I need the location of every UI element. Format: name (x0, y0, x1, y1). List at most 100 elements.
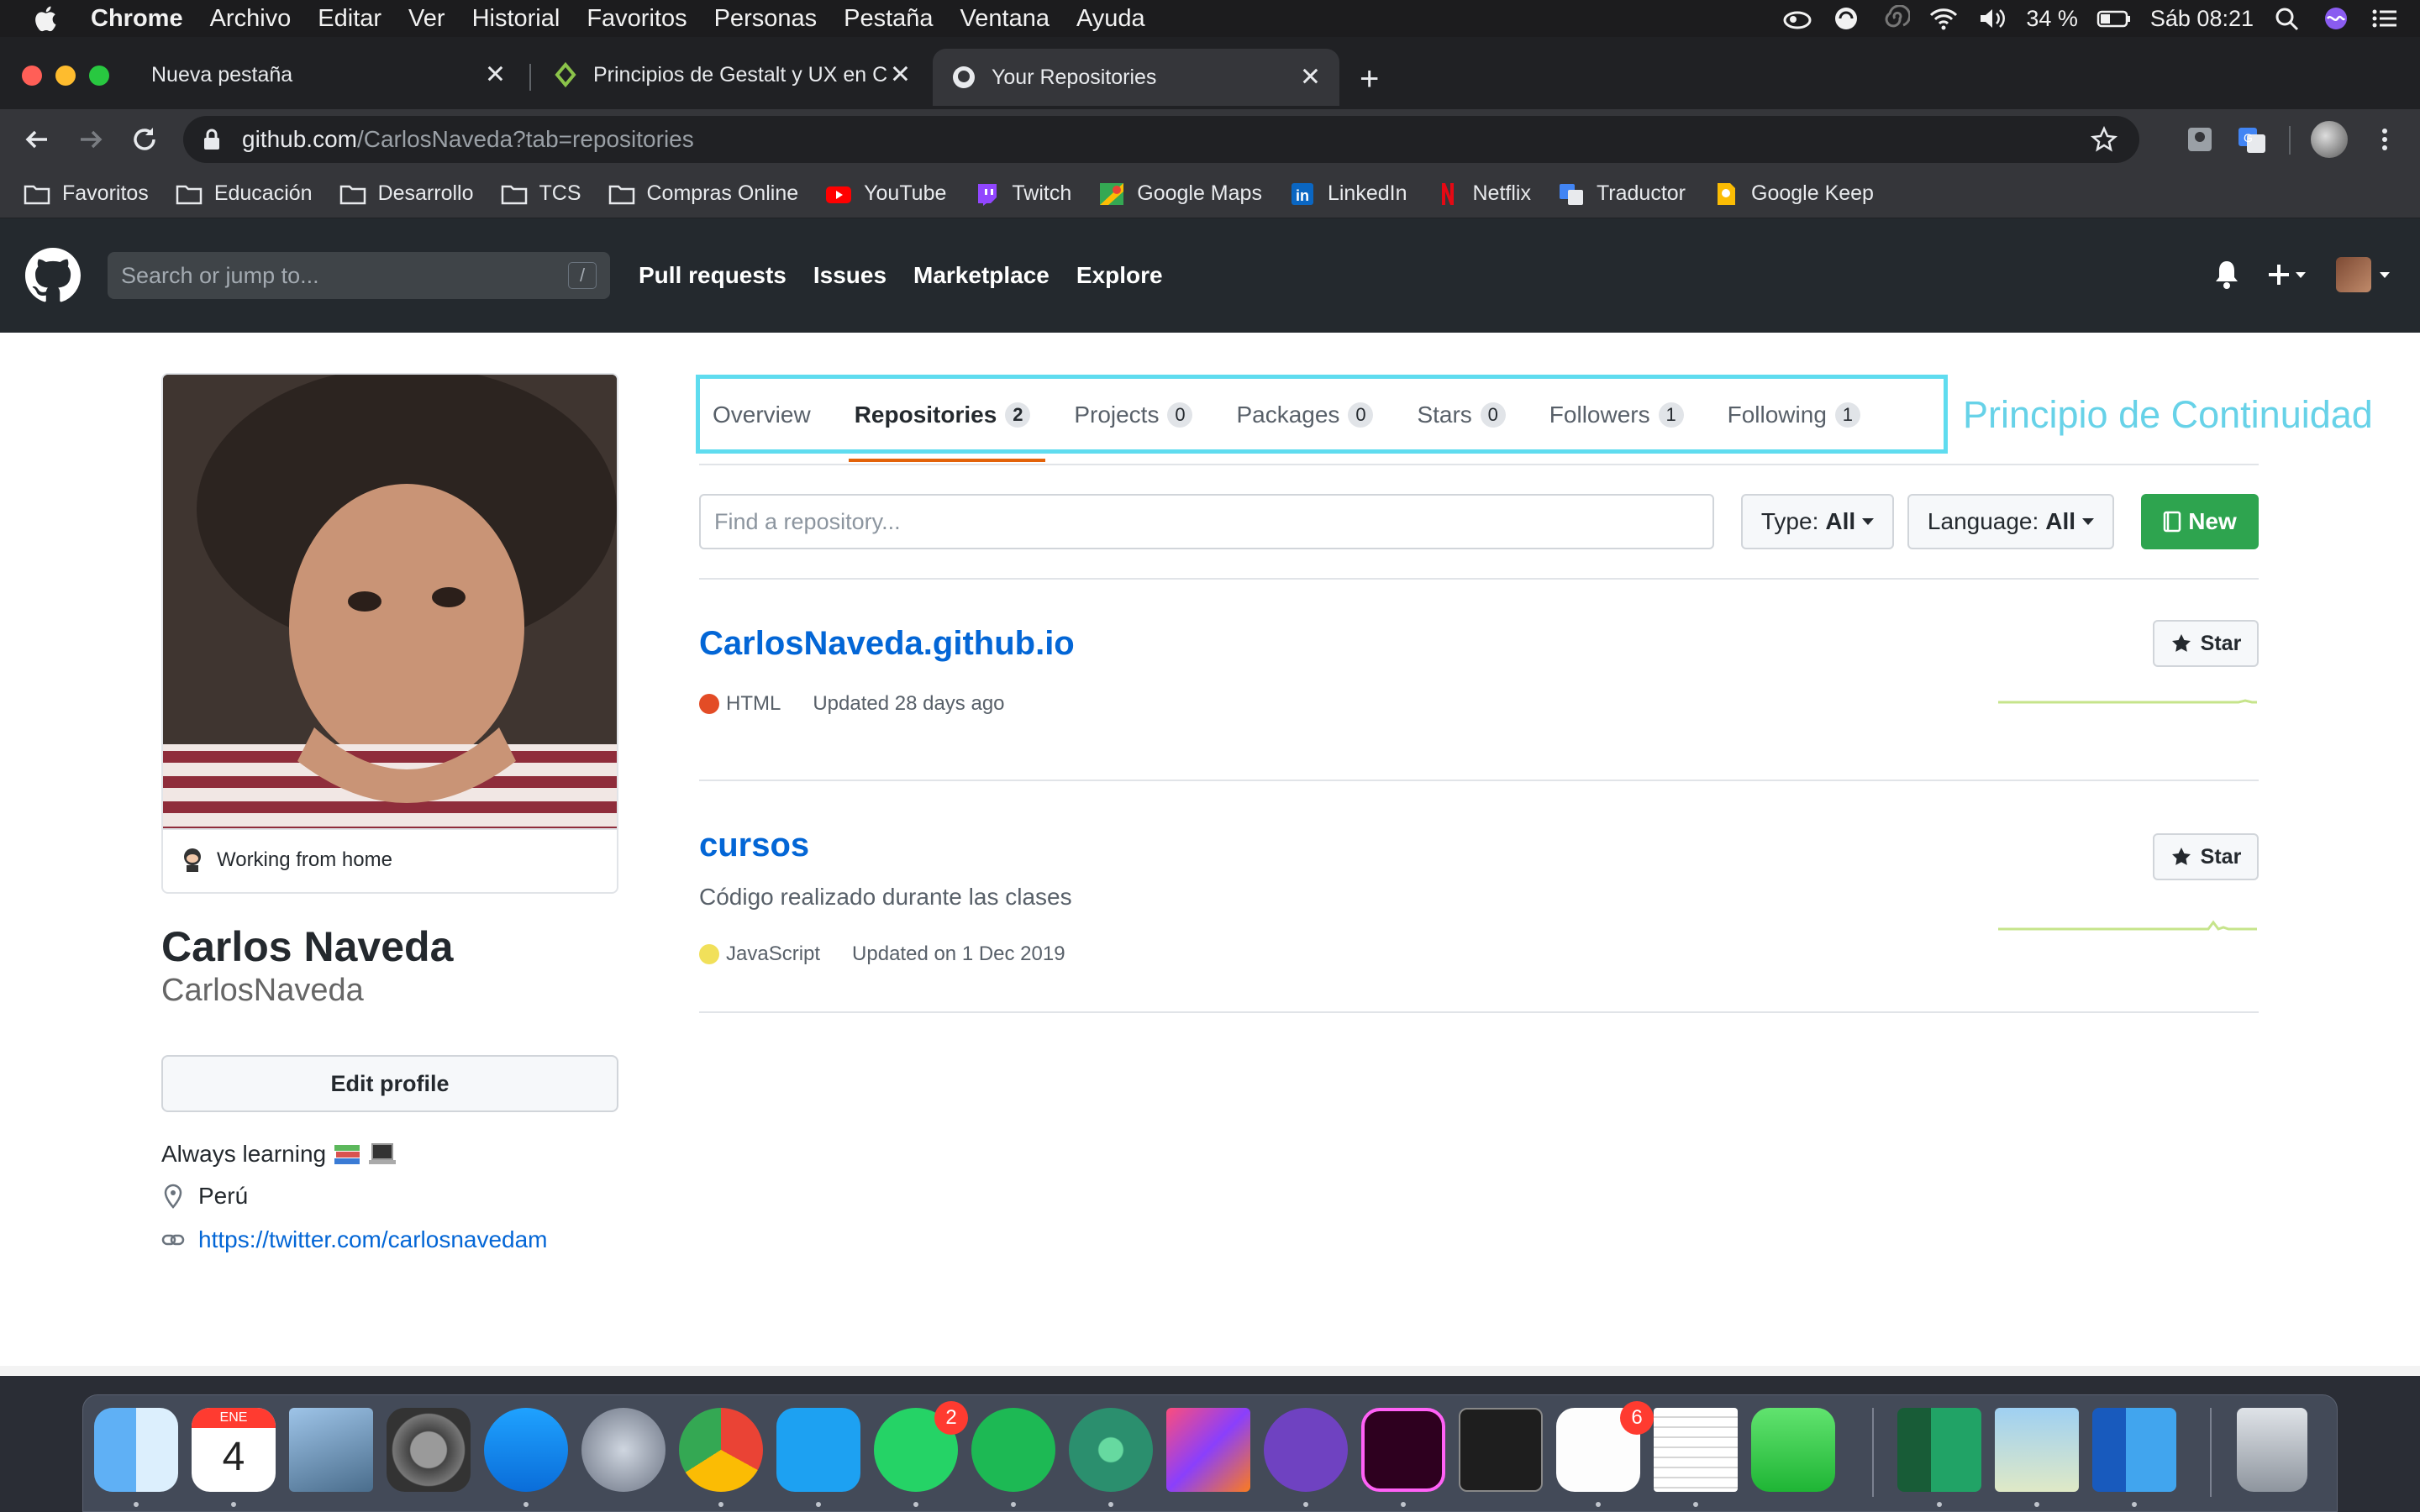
browser-tab-new-tab[interactable]: Nueva pestaña ✕ (133, 49, 524, 101)
tab-repositories[interactable]: Repositories 2 (855, 390, 1031, 440)
siri-icon[interactable] (2321, 5, 2351, 32)
google-translate-extension-icon[interactable]: G (2237, 124, 2267, 155)
nav-pull-requests[interactable]: Pull requests (639, 262, 786, 289)
spotify-icon[interactable] (971, 1408, 1055, 1492)
extension-bulb-icon[interactable] (2185, 124, 2215, 155)
nav-issues[interactable]: Issues (813, 262, 886, 289)
terminal-icon[interactable] (1459, 1408, 1543, 1492)
bookmark-twitch[interactable]: Twitch (973, 181, 1071, 206)
bookmark-desarrollo[interactable]: Desarrollo (339, 181, 474, 206)
spiral-icon[interactable] (1880, 5, 1911, 32)
launchpad-icon[interactable] (581, 1408, 666, 1492)
more-menu-icon[interactable] (2370, 124, 2400, 155)
menu-ayuda[interactable]: Ayuda (1076, 5, 1145, 33)
textedit-icon[interactable] (1654, 1408, 1738, 1492)
tab-close-icon[interactable]: ✕ (1300, 63, 1321, 92)
window-zoom-button[interactable] (89, 66, 109, 86)
trash-icon[interactable] (2237, 1408, 2307, 1492)
profile-website[interactable]: https://twitter.com/carlosnavedam (161, 1226, 548, 1253)
star-button[interactable]: Star (2153, 833, 2259, 880)
mail-stamp-icon[interactable] (289, 1408, 373, 1492)
new-repository-button[interactable]: New (2141, 494, 2259, 549)
bookmark-traductor[interactable]: Traductor (1558, 181, 1686, 206)
excel-icon[interactable] (1897, 1408, 1981, 1492)
bookmark-educacion[interactable]: Educación (176, 181, 313, 206)
chevron-down-icon[interactable] (2378, 258, 2391, 291)
user-avatar-menu[interactable] (2336, 257, 2371, 292)
volume-icon[interactable] (1977, 5, 2007, 32)
tab-following[interactable]: Following 1 (1728, 390, 1860, 440)
tab-projects[interactable]: Projects 0 (1074, 390, 1193, 440)
wifi-icon[interactable] (1928, 5, 1959, 32)
nav-explore[interactable]: Explore (1076, 262, 1163, 289)
bookmark-youtube[interactable]: YouTube (825, 181, 946, 206)
edit-profile-button[interactable]: Edit profile (161, 1055, 618, 1112)
bookmark-compras-online[interactable]: Compras Online (608, 181, 798, 206)
star-button[interactable]: Star (2153, 620, 2259, 667)
menu-favoritos[interactable]: Favoritos (587, 5, 687, 33)
tab-followers[interactable]: Followers 1 (1549, 390, 1684, 440)
profile-avatar-photo[interactable] (161, 373, 618, 830)
adobe-xd-icon[interactable] (1361, 1408, 1445, 1492)
type-filter-dropdown[interactable]: Type: All (1741, 494, 1894, 549)
github-search-input[interactable]: Search or jump to... / (108, 252, 610, 299)
repo-title-link[interactable]: CarlosNaveda.github.io (699, 625, 1075, 663)
battery-icon[interactable] (2096, 5, 2132, 32)
window-close-button[interactable] (22, 66, 42, 86)
clock[interactable]: Sáb 08:21 (2150, 6, 2254, 32)
preview-icon[interactable] (1995, 1408, 2079, 1492)
address-bar[interactable]: github.com /CarlosNaveda?tab=repositorie… (183, 116, 2139, 163)
profile-avatar[interactable] (2311, 121, 2348, 158)
intellij-icon[interactable] (1166, 1408, 1250, 1492)
lock-icon[interactable] (202, 128, 222, 151)
find-repository-input[interactable]: Find a repository... (699, 494, 1714, 549)
menu-historial[interactable]: Historial (472, 5, 560, 33)
browser-tab-your-repositories[interactable]: Your Repositories ✕ (933, 49, 1339, 106)
menu-editar[interactable]: Editar (318, 5, 381, 33)
tab-close-icon[interactable]: ✕ (890, 60, 911, 90)
spotlight-search-icon[interactable] (2272, 5, 2302, 32)
atom-icon[interactable] (1069, 1408, 1153, 1492)
tab-overview[interactable]: Overview (713, 390, 811, 440)
menu-archivo[interactable]: Archivo (210, 5, 292, 33)
forward-arrow-icon[interactable] (74, 123, 108, 156)
app-store-icon[interactable] (484, 1408, 568, 1492)
notification-center-icon[interactable] (2370, 5, 2400, 32)
bookmark-netflix[interactable]: Netflix (1434, 181, 1531, 206)
sync-status-icon[interactable] (1831, 5, 1861, 32)
notification-bell-icon[interactable] (2212, 258, 2242, 291)
github-desktop-icon[interactable] (1264, 1408, 1348, 1492)
menu-app-name[interactable]: Chrome (91, 5, 183, 33)
browser-tab-gestalt[interactable]: Principios de Gestalt y UX en Cu ✕ (534, 49, 929, 101)
menu-ventana[interactable]: Ventana (960, 5, 1050, 33)
word-icon[interactable] (2092, 1408, 2176, 1492)
menu-ver[interactable]: Ver (408, 5, 445, 33)
user-status[interactable]: Working from home (161, 828, 618, 894)
chrome-icon[interactable] (679, 1408, 763, 1492)
repo-title-link[interactable]: cursos (699, 827, 809, 864)
create-new-plus-icon[interactable] (2267, 258, 2311, 291)
website-link[interactable]: https://twitter.com/carlosnavedam (198, 1226, 548, 1253)
tab-packages[interactable]: Packages 0 (1236, 390, 1374, 440)
calendar-icon[interactable]: ENE 4 (192, 1408, 276, 1492)
reload-icon[interactable] (128, 123, 161, 156)
apple-icon[interactable] (32, 3, 62, 34)
bookmark-linkedin[interactable]: in LinkedIn (1289, 181, 1407, 206)
tab-close-icon[interactable]: ✕ (485, 60, 506, 90)
twitter-icon[interactable] (776, 1408, 860, 1492)
bookmark-tcs[interactable]: TCS (501, 181, 581, 206)
facetime-icon[interactable] (1751, 1408, 1835, 1492)
bookmark-google-keep[interactable]: Google Keep (1712, 181, 1874, 206)
bookmark-favoritos[interactable]: Favoritos (24, 181, 149, 206)
bookmark-star-icon[interactable] (2091, 126, 2118, 153)
menu-personas[interactable]: Personas (714, 5, 818, 33)
finder-icon[interactable] (94, 1408, 178, 1492)
language-filter-dropdown[interactable]: Language: All (1907, 494, 2114, 549)
back-arrow-icon[interactable] (20, 123, 54, 156)
system-preferences-icon[interactable] (387, 1408, 471, 1492)
window-minimize-button[interactable] (55, 66, 76, 86)
menu-pestana[interactable]: Pestaña (844, 5, 933, 33)
creative-cloud-icon[interactable] (1782, 5, 1812, 32)
tab-stars[interactable]: Stars 0 (1417, 390, 1506, 440)
new-tab-plus-icon[interactable]: + (1360, 60, 1379, 98)
